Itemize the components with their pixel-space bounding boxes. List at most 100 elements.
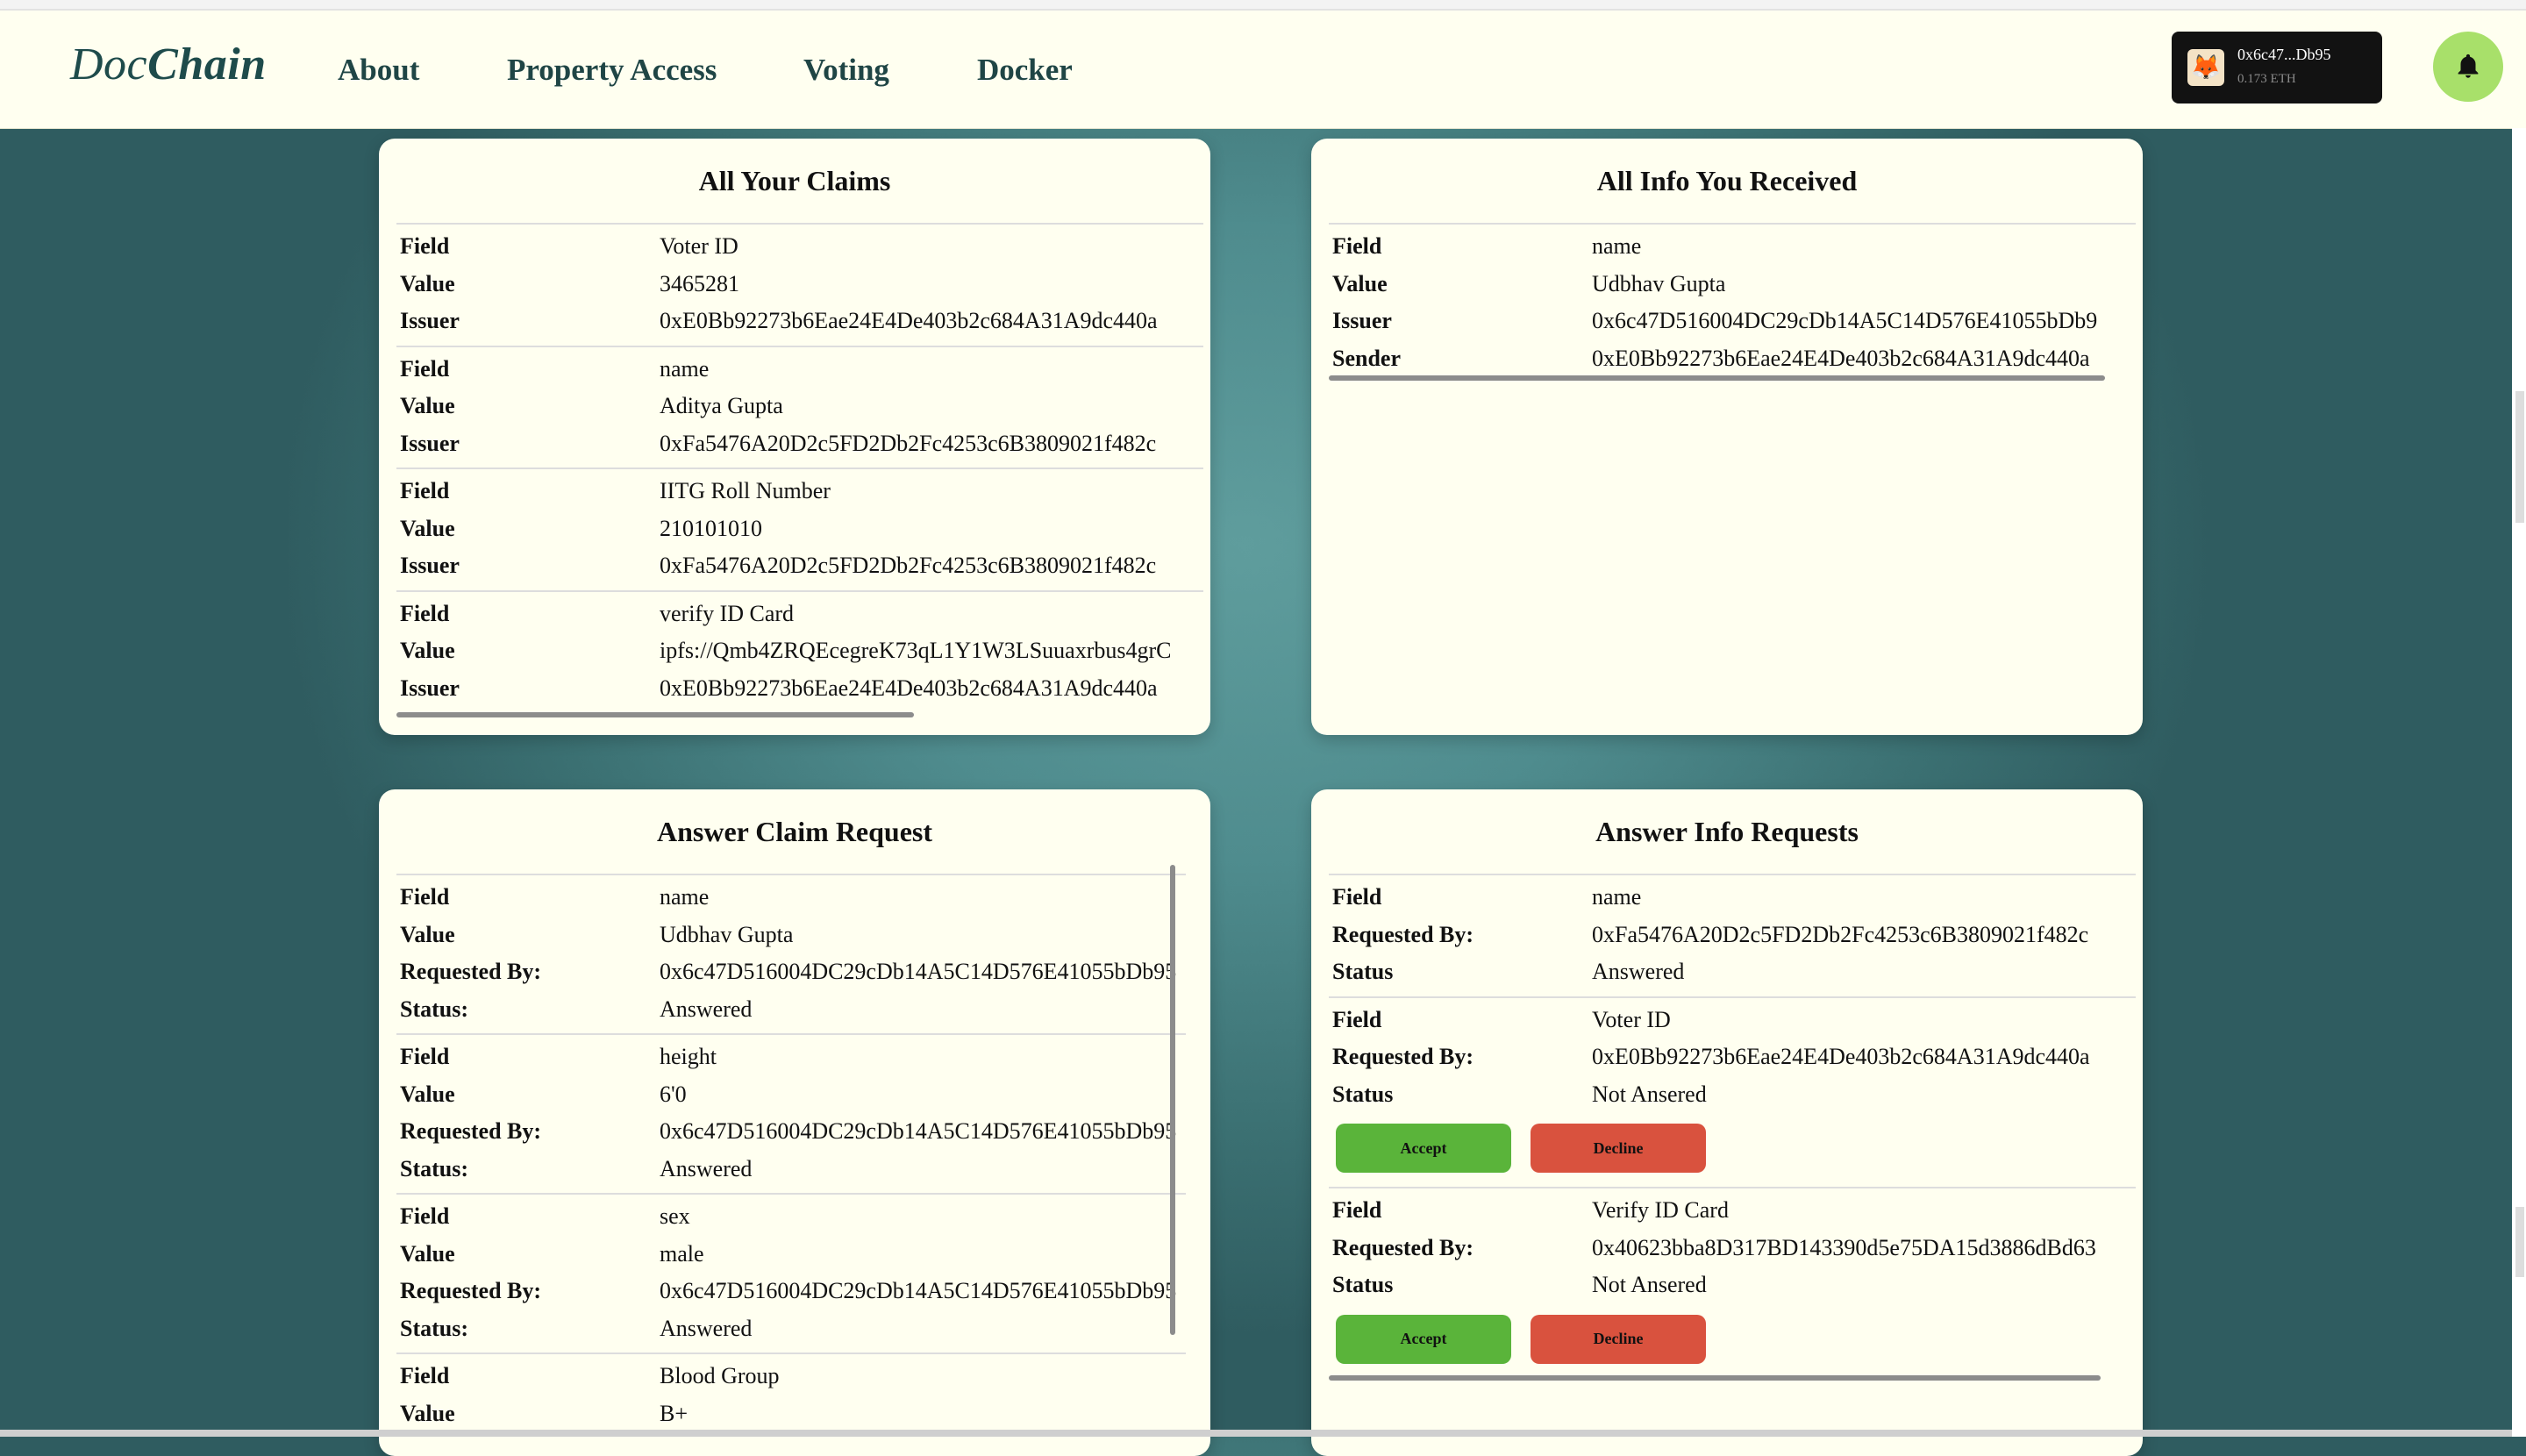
status-value: Answered [660, 1315, 753, 1341]
claim-request-entry: Field Blood Group Value B+ [396, 1353, 1186, 1438]
page-vertical-scrollbar[interactable] [2512, 128, 2526, 1437]
field-value: IITG Roll Number [660, 478, 831, 504]
wallet-address: 0x6c47...Db95 [2237, 46, 2331, 63]
value-value: 210101010 [660, 515, 762, 541]
value-label: Value [400, 393, 455, 419]
field-label: Field [400, 1363, 450, 1389]
nav-about[interactable]: About [338, 53, 419, 88]
field-label: Field [400, 233, 450, 260]
field-label: Field [1332, 1006, 1382, 1032]
info-requests-horizontal-scrollbar[interactable] [1329, 1375, 2101, 1381]
claim-requests-vertical-scrollbar[interactable] [1170, 865, 1175, 1335]
metamask-fox-icon: 🦊 [2187, 49, 2224, 86]
field-value: verify ID Card [660, 600, 795, 626]
sender-value: 0xE0Bb92273b6Eae24E4De403b2c684A31A9dc44… [1592, 345, 2090, 371]
info-request-entry: Field Verify ID Card Requested By: 0x40623… [1329, 1187, 2136, 1374]
issuer-value: 0xE0Bb92273b6Eae24E4De403b2c684A31A9dc44… [660, 308, 1158, 334]
claim-entry: Field IITG Roll Number Value 210101010 Iss… [396, 467, 1203, 590]
top-navbar: DocChain About Property Access Voting Do… [0, 11, 2526, 129]
info-requests-list[interactable]: Field name Requested By: 0xFa5476A20D2c5FD… [1329, 874, 2136, 1374]
claims-horizontal-scrollbar[interactable] [396, 712, 914, 717]
requested-by-label: Requested By: [1332, 1044, 1474, 1070]
scrollbar-marker [2515, 1207, 2524, 1277]
nav-voting[interactable]: Voting [803, 53, 889, 88]
docchain-logo[interactable]: DocChain [70, 39, 267, 90]
claim-requests-card: Answer Claim Request Field name Value Udbh… [379, 789, 1210, 1456]
field-label: Field [1332, 1197, 1382, 1224]
info-requests-card: Answer Info Requests Field name Requested… [1311, 789, 2143, 1456]
status-label: Status [1332, 1272, 1394, 1298]
status-label: Status [1332, 1081, 1394, 1107]
field-label: Field [400, 478, 450, 504]
value-value: ipfs://Qmb4ZRQEcegreK73qL1Y1W3LSuuaxrbus… [660, 638, 1172, 664]
requested-by-label: Requested By: [400, 1278, 542, 1304]
nav-docker[interactable]: Docker [977, 53, 1073, 88]
value-label: Value [400, 921, 455, 947]
nav-property-access[interactable]: Property Access [507, 53, 717, 88]
field-value: Blood Group [660, 1363, 780, 1389]
issuer-label: Issuer [400, 553, 460, 579]
value-label: Value [400, 1400, 455, 1426]
requested-by-label: Requested By: [1332, 921, 1474, 947]
field-value: Voter ID [1592, 1006, 1671, 1032]
issuer-value: 0xFa5476A20D2c5FD2Db2Fc4253c6B3809021f48… [660, 553, 1157, 579]
value-value: Udbhav Gupta [1592, 270, 1726, 296]
claim-requests-list[interactable]: Field name Value Udbhav Gupta Requested By… [396, 874, 1186, 1444]
status-label: Status: [400, 1155, 469, 1181]
wallet-button[interactable]: 🦊 0x6c47...Db95 0.173 ETH [2172, 32, 2382, 103]
requested-by-value: 0x40623bba8D317BD143390d5e75DA15d3886dBd… [1592, 1234, 2096, 1260]
accept-button[interactable]: Accept [1336, 1124, 1511, 1173]
field-label: Field [1332, 884, 1382, 910]
received-title: All Info You Received [1596, 165, 1858, 196]
requested-by-label: Requested By: [1332, 1234, 1474, 1260]
decline-button[interactable]: Decline [1531, 1124, 1706, 1173]
requested-by-label: Requested By: [400, 1118, 542, 1145]
decline-button[interactable]: Decline [1531, 1314, 1706, 1364]
field-label: Field [400, 884, 450, 910]
claim-request-entry: Field sex Value male Requested By: 0x6c47D5… [396, 1193, 1186, 1353]
scrollbar-marker [2515, 391, 2524, 523]
page-bottom-edge [0, 1430, 2512, 1437]
value-value: male [660, 1240, 704, 1267]
issuer-label: Issuer [400, 430, 460, 456]
field-value: sex [660, 1203, 690, 1230]
field-label: Field [1332, 233, 1382, 260]
status-value: Answered [660, 1155, 753, 1181]
claims-title: All Your Claims [698, 165, 891, 196]
field-value: name [1592, 884, 1642, 910]
issuer-value: 0xFa5476A20D2c5FD2Db2Fc4253c6B3809021f48… [660, 430, 1157, 456]
value-label: Value [1332, 270, 1388, 296]
field-label: Field [400, 600, 450, 626]
value-value: B+ [660, 1400, 689, 1426]
received-horizontal-scrollbar[interactable] [1329, 375, 2105, 381]
requested-by-label: Requested By: [400, 959, 542, 985]
received-list[interactable]: Field name Value Udbhav Gupta Issuer 0x6c47… [1329, 223, 2136, 398]
status-label: Status [1332, 959, 1394, 985]
wallet-balance: 0.173 ETH [2237, 72, 2296, 86]
claim-entry: Field verify ID Card Value ipfs://Qmb4ZRQE… [396, 589, 1203, 713]
claims-list[interactable]: Field Voter ID Value 3465281 Issuer 0xE0Bb9… [396, 223, 1203, 726]
value-value: 3465281 [660, 270, 739, 296]
field-value: name [1592, 233, 1642, 260]
status-label: Status: [400, 996, 469, 1022]
received-card: All Info You Received Field name Value Udb… [1311, 139, 2143, 735]
field-value: name [660, 355, 710, 382]
requested-by-value: 0xFa5476A20D2c5FD2Db2Fc4253c6B3809021f48… [1592, 921, 2089, 947]
value-label: Value [400, 270, 455, 296]
field-value: height [660, 1044, 717, 1070]
field-label: Field [400, 1203, 450, 1230]
field-value: Voter ID [660, 233, 739, 260]
issuer-value: 0x6c47D516004DC29cDb14A5C14D576E41055bDb… [1592, 308, 2098, 334]
value-label: Value [400, 1081, 455, 1107]
field-label: Field [400, 1044, 450, 1070]
notifications-button[interactable] [2433, 32, 2503, 102]
accept-button[interactable]: Accept [1336, 1314, 1511, 1364]
requested-by-value: 0x6c47D516004DC29cDb14A5C14D576E41055bDb… [660, 959, 1177, 985]
claim-request-entry: Field name Value Udbhav Gupta Requested By… [396, 874, 1186, 1033]
field-value: name [660, 884, 710, 910]
status-value: Answered [660, 996, 753, 1022]
issuer-label: Issuer [400, 308, 460, 334]
info-requests-title: Answer Info Requests [1595, 816, 1859, 847]
requested-by-value: 0xE0Bb92273b6Eae24E4De403b2c684A31A9dc44… [1592, 1044, 2090, 1070]
requested-by-value: 0x6c47D516004DC29cDb14A5C14D576E41055bDb… [660, 1278, 1177, 1304]
